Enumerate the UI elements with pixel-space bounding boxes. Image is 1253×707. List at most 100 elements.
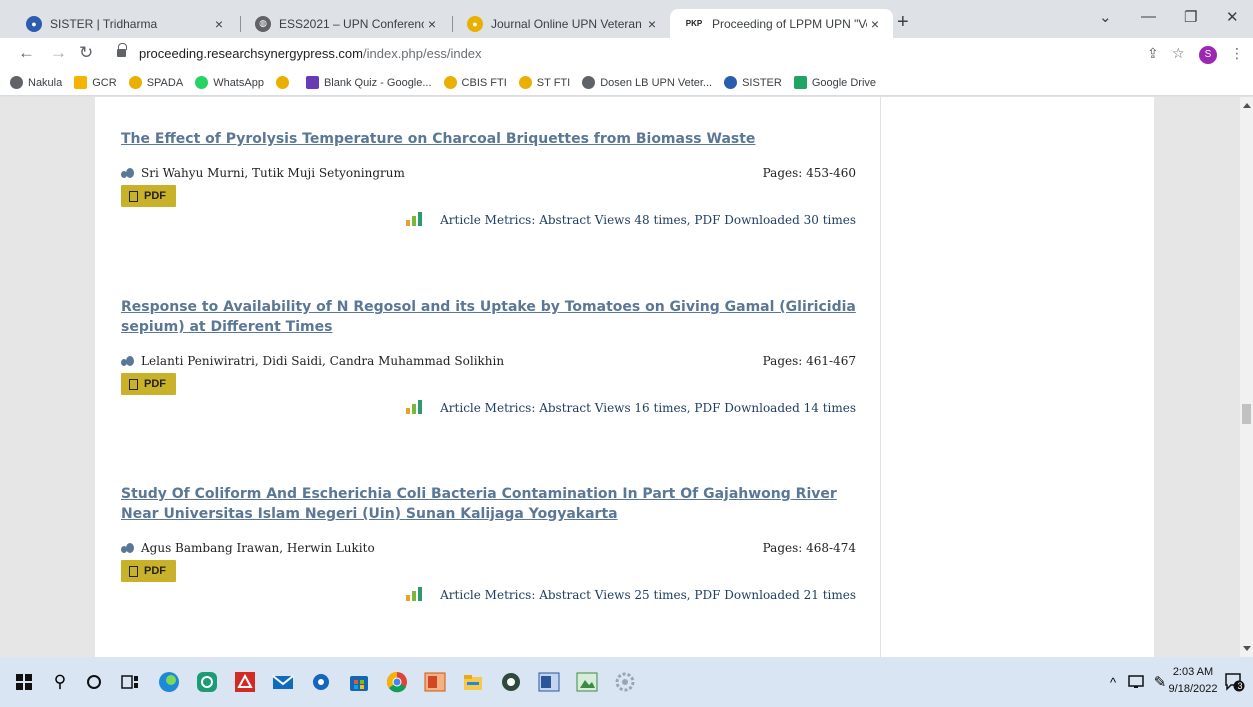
tab-title: Proceeding of LPPM UPN "Vetera <box>712 16 867 31</box>
tab-journal-upn[interactable]: ● Journal Online UPN Veteran Yogya × <box>453 9 670 38</box>
article-authors-row: Lelanti Peniwiratri, Didi Saidi, Candra … <box>121 354 856 372</box>
acrobat-icon[interactable] <box>233 670 257 694</box>
tab-search-icon[interactable]: ⌄ <box>1099 8 1112 26</box>
network-icon[interactable] <box>1124 670 1148 694</box>
article-pages: Pages: 453-460 <box>762 166 856 180</box>
bookmark-google-drive[interactable]: Google Drive <box>793 76 876 89</box>
pdf-button[interactable]: PDF <box>121 560 176 582</box>
powerpoint-icon[interactable] <box>423 670 447 694</box>
article-authors-row: Agus Bambang Irawan, Herwin Lukito Pages… <box>121 541 856 559</box>
bookmark-nakula[interactable]: Nakula <box>10 76 62 89</box>
sidebar-column <box>880 97 1154 657</box>
app-icon[interactable] <box>499 670 523 694</box>
article-pages: Pages: 468-474 <box>762 541 856 555</box>
bar-chart-icon <box>406 587 426 601</box>
pdf-file-icon <box>129 565 138 577</box>
sister-logo-icon <box>724 76 738 89</box>
browser-toolbar: ← → ↻ proceeding.researchsynergypress.co… <box>0 38 1253 70</box>
bookmark-gcr[interactable]: GCR <box>74 76 117 89</box>
scrollbar-thumb[interactable] <box>1242 404 1251 424</box>
pdf-file-icon <box>129 378 138 390</box>
bar-chart-icon <box>406 400 426 414</box>
article-metrics: Article Metrics: Abstract Views 48 times… <box>121 212 856 232</box>
close-icon[interactable]: × <box>867 16 883 32</box>
close-icon[interactable]: × <box>211 16 227 32</box>
task-view-icon[interactable] <box>118 670 142 694</box>
article-authors: Agus Bambang Irawan, Herwin Lukito <box>141 541 375 555</box>
page-scrollbar[interactable] <box>1240 97 1253 657</box>
scroll-up-icon[interactable] <box>1243 103 1251 108</box>
pdf-button-label: PDF <box>144 565 166 577</box>
article-metrics-text: Article Metrics: Abstract Views 25 times… <box>440 588 856 602</box>
bookmark-upn[interactable] <box>275 76 294 89</box>
bookmark-star-icon[interactable]: ☆ <box>1172 45 1185 62</box>
classroom-icon <box>74 76 88 89</box>
scroll-down-icon[interactable] <box>1243 646 1251 651</box>
globe-icon <box>582 76 596 89</box>
clock-date[interactable]: 9/18/2022 <box>1168 683 1218 695</box>
windows-taskbar: ⚲ ^ ✎ 2:03 AM 9/18/2022 3 <box>0 657 1253 707</box>
bookmark-blank-quiz[interactable]: Blank Quiz - Google... <box>305 76 432 89</box>
close-icon[interactable]: × <box>644 16 660 32</box>
edge-icon[interactable] <box>157 670 181 694</box>
windows-start-icon[interactable] <box>12 670 36 694</box>
tab-sister[interactable]: ● SISTER | Tridharma × <box>12 9 237 38</box>
image-viewer-icon[interactable] <box>575 670 599 694</box>
minimize-icon[interactable]: — <box>1141 8 1156 25</box>
article-list: The Effect of Pyrolysis Temperature on C… <box>95 97 880 657</box>
show-hidden-icons-icon[interactable]: ^ <box>1101 670 1125 694</box>
back-icon[interactable]: ← <box>18 43 35 63</box>
app-icon[interactable] <box>195 670 219 694</box>
bar-chart-icon <box>406 212 426 226</box>
window-close-icon[interactable]: ✕ <box>1226 8 1239 26</box>
profile-avatar[interactable]: S <box>1199 46 1217 64</box>
menu-icon[interactable]: ⋮ <box>1230 45 1244 62</box>
bookmark-spada[interactable]: SPADA <box>128 76 183 89</box>
bookmark-st-fti[interactable]: ST FTI <box>518 76 570 89</box>
word-icon[interactable] <box>537 670 561 694</box>
authors-icon <box>121 356 135 366</box>
article-title-link[interactable]: Study Of Coliform And Escherichia Coli B… <box>121 484 856 524</box>
chrome-icon[interactable] <box>385 670 409 694</box>
tab-title: Journal Online UPN Veteran Yogya <box>491 16 644 31</box>
bookmark-dosen-lb[interactable]: Dosen LB UPN Veter... <box>582 76 712 89</box>
bookmark-sister[interactable]: SISTER <box>724 76 782 89</box>
settings-icon[interactable] <box>613 670 637 694</box>
article-authors: Lelanti Peniwiratri, Didi Saidi, Candra … <box>141 354 505 368</box>
sister-logo-icon: ● <box>26 15 42 32</box>
bookmark-whatsapp[interactable]: WhatsApp <box>195 76 264 89</box>
tab-proceeding-lppm[interactable]: PKP Proceeding of LPPM UPN "Vetera × <box>670 9 893 38</box>
cortana-icon[interactable] <box>82 670 106 694</box>
upn-logo-icon <box>128 76 142 89</box>
page-viewport: The Effect of Pyrolysis Temperature on C… <box>0 97 1240 657</box>
bookmarks-bar: Nakula GCR SPADA WhatsApp Blank Quiz - G… <box>0 70 1253 96</box>
restore-icon[interactable]: ❐ <box>1184 8 1197 26</box>
url-text: proceeding.researchsynergypress.com/inde… <box>139 46 482 61</box>
pdf-file-icon <box>129 190 138 202</box>
close-icon[interactable]: × <box>424 16 440 32</box>
file-explorer-icon[interactable] <box>461 670 485 694</box>
lock-icon <box>117 43 127 58</box>
store-icon[interactable] <box>347 670 371 694</box>
address-bar[interactable]: proceeding.researchsynergypress.com/inde… <box>105 41 1190 67</box>
article-item: The Effect of Pyrolysis Temperature on C… <box>121 129 856 232</box>
article-title-link[interactable]: Response to Availability of N Regosol an… <box>121 297 856 337</box>
forward-icon[interactable]: → <box>50 43 67 63</box>
clock-time[interactable]: 2:03 AM <box>1168 666 1218 678</box>
tab-ess2021[interactable]: ◍ ESS2021 – UPN Conference Series × <box>241 9 450 38</box>
article-title-link[interactable]: The Effect of Pyrolysis Temperature on C… <box>121 129 856 149</box>
app-icon[interactable] <box>309 670 333 694</box>
share-icon[interactable]: ⇪ <box>1147 45 1159 62</box>
bookmark-cbis-fti[interactable]: CBIS FTI <box>443 76 507 89</box>
reload-icon[interactable]: ↻ <box>79 43 93 63</box>
article-item: Study Of Coliform And Escherichia Coli B… <box>121 484 856 607</box>
mail-icon[interactable] <box>271 670 295 694</box>
new-tab-icon[interactable]: + <box>897 11 909 34</box>
pdf-button[interactable]: PDF <box>121 373 176 395</box>
pdf-button[interactable]: PDF <box>121 185 176 207</box>
upn-logo-icon <box>518 76 532 89</box>
search-icon[interactable]: ⚲ <box>48 670 72 694</box>
upn-logo-icon <box>275 76 289 89</box>
tab-strip: ● SISTER | Tridharma × ◍ ESS2021 – UPN C… <box>0 0 1253 38</box>
article-metrics-text: Article Metrics: Abstract Views 48 times… <box>440 213 856 227</box>
